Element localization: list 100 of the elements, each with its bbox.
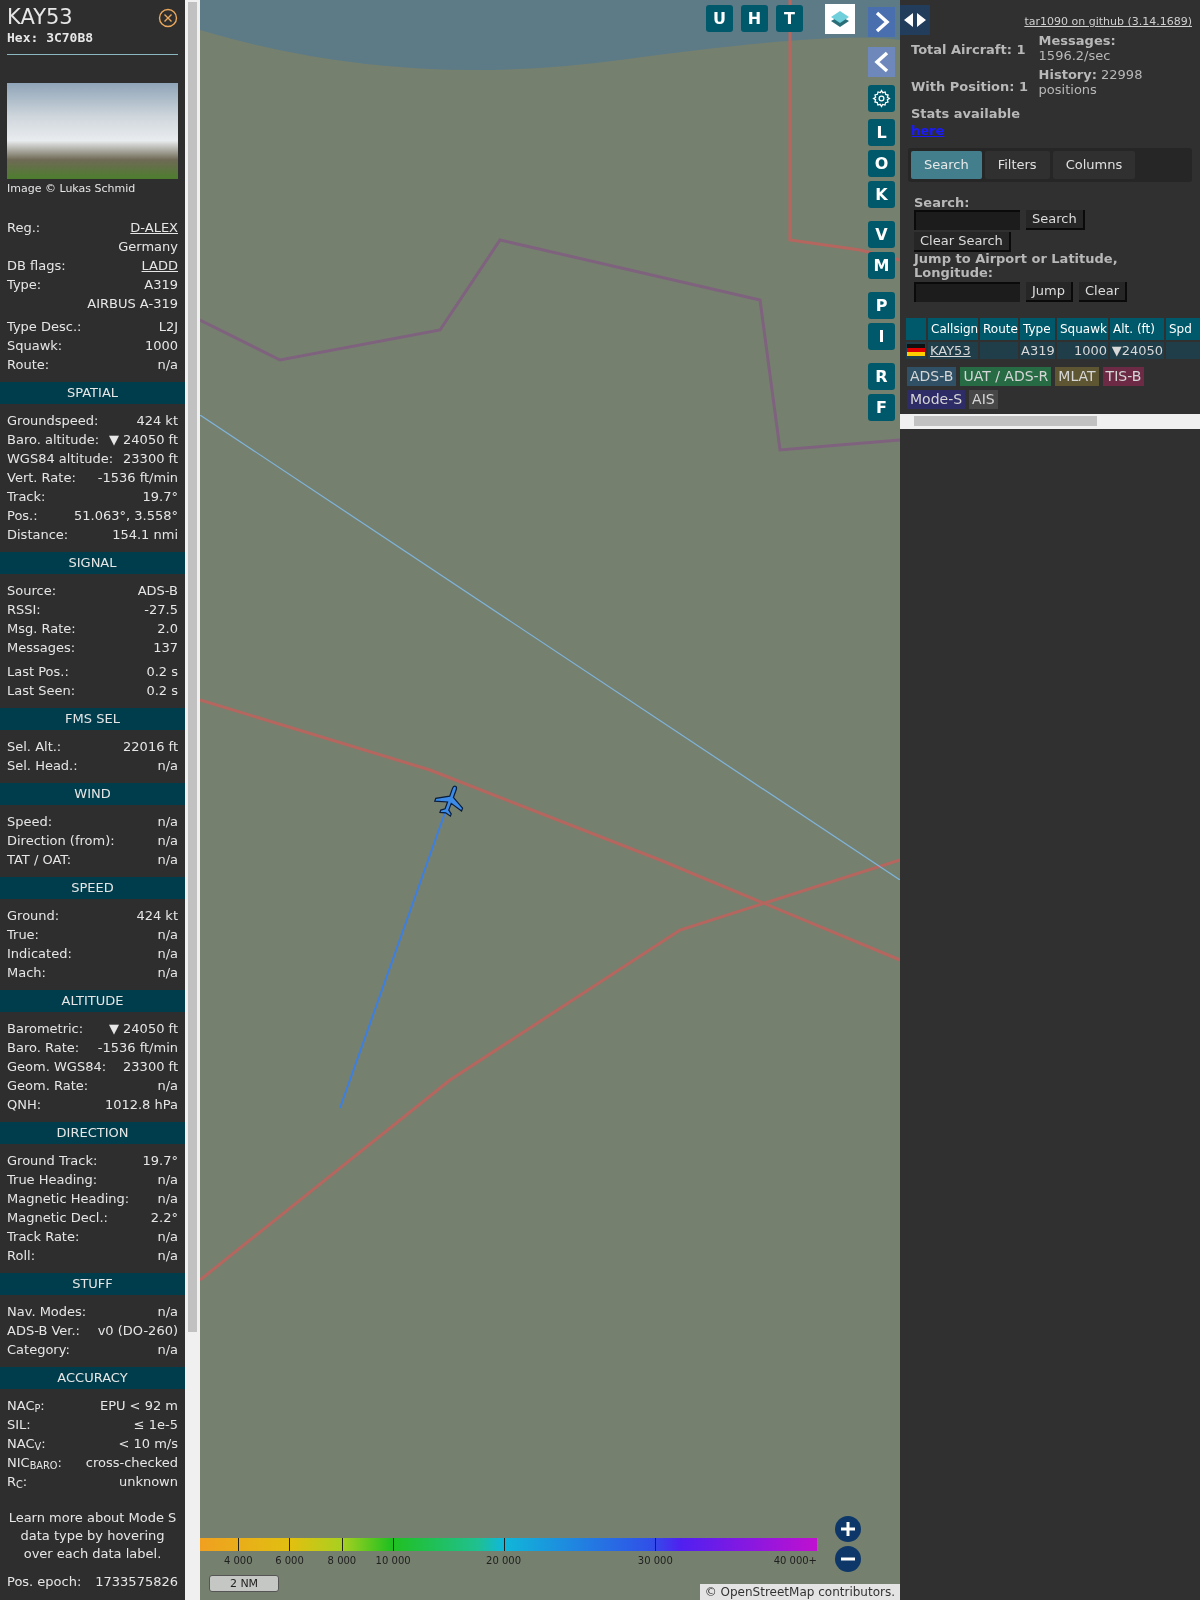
field-value: 424 kt [136, 412, 178, 430]
layers-button[interactable] [825, 4, 855, 34]
altitude-scale-label: 30 000 [637, 1554, 673, 1568]
field-label: Magnetic Heading: [7, 1190, 130, 1208]
section-header: SIGNAL [0, 552, 185, 574]
field-value: Germany [118, 238, 178, 256]
horizontal-scrollbar[interactable] [900, 413, 1200, 429]
field-label: Squawk: [7, 337, 63, 355]
field-label: Barometric: [7, 1020, 84, 1038]
map-layer-button[interactable]: I [868, 323, 895, 350]
column-header[interactable]: Route [980, 317, 1018, 340]
table-cell[interactable]: KAY53 [928, 341, 978, 359]
field-label: Last Seen: [7, 682, 76, 700]
field-value: 22016 ft [123, 738, 178, 756]
field-value: 2.0 [157, 620, 178, 638]
map-layer-button[interactable]: F [868, 394, 895, 421]
field-label: True Heading: [7, 1171, 98, 1189]
table-cell: A319 [1020, 341, 1055, 359]
altitude-scale-label: 40 000+ [773, 1554, 817, 1568]
column-header[interactable]: Squawk [1057, 317, 1108, 340]
settings-button[interactable] [868, 85, 895, 112]
scale-bar: 2 NM [209, 1575, 279, 1592]
field-value: 2.2° [150, 1209, 178, 1227]
map-layer-button[interactable]: M [868, 252, 895, 279]
field-value: n/a [157, 1247, 178, 1265]
table-cell: ▼24050 [1110, 341, 1164, 359]
map-layer-button[interactable]: O [868, 150, 895, 177]
field-label: Type: [7, 276, 42, 294]
close-button[interactable] [158, 8, 178, 28]
field-label: Nav. Modes: [7, 1303, 87, 1321]
field-value: n/a [157, 964, 178, 982]
map-layer-button[interactable]: V [868, 221, 895, 248]
source-badge: AIS [969, 389, 998, 409]
panel-toggle-button[interactable] [900, 5, 930, 35]
field-value: cross-checked [85, 1454, 178, 1472]
column-header[interactable]: Callsign [928, 317, 978, 340]
jump-input[interactable] [914, 281, 1020, 302]
next-button[interactable] [868, 7, 895, 37]
column-header[interactable]: Alt. (ft) [1110, 317, 1164, 340]
source-badge: UAT / ADS-R [960, 366, 1052, 386]
chevron-left-icon [873, 50, 890, 74]
field-label: Track: [7, 488, 46, 506]
field-value[interactable]: LADD [141, 256, 178, 275]
clear-search-button[interactable]: Clear Search [914, 231, 1011, 252]
field-label: Msg. Rate: [7, 620, 76, 638]
field-value: 1012.8 hPa [104, 1096, 178, 1114]
map-toggle-button[interactable]: T [776, 5, 803, 32]
field-label: QNH: [7, 1096, 42, 1114]
header-cell [906, 317, 926, 340]
map-layer-button[interactable]: K [868, 181, 895, 208]
field-value: ADS-B [137, 582, 178, 600]
map-toggle-button[interactable]: H [741, 5, 768, 32]
map-layer-button[interactable]: L [868, 119, 895, 146]
altitude-scale-label: 6 000 [275, 1554, 304, 1568]
field-value: < 10 m/s [118, 1435, 178, 1453]
field-label: Ground: [7, 907, 60, 925]
field-label: NAC$_{V}$: [7, 1435, 46, 1453]
altitude-scale-label: 4 000 [223, 1554, 253, 1568]
map-toggle-button[interactable]: U [706, 5, 733, 32]
field-value: n/a [157, 945, 178, 963]
field-label: NAC$_{P}$: [7, 1397, 45, 1415]
previous-button[interactable] [868, 47, 895, 77]
search-button[interactable]: Search [1026, 209, 1085, 230]
field-value: n/a [157, 1341, 178, 1359]
close-icon [158, 8, 178, 28]
stats-text: Total Aircraft: 1 [911, 41, 1026, 59]
chevron-right-icon [873, 10, 890, 34]
field-value: n/a [157, 757, 178, 775]
settings-icon [872, 89, 891, 108]
field-label: Last Pos.: [7, 663, 69, 681]
vertical-scrollbar[interactable] [185, 0, 200, 1600]
table-cell [980, 341, 1018, 359]
field-value: 1000 [144, 337, 178, 355]
field-value: n/a [157, 1171, 178, 1189]
field-value: AIRBUS A-319 [87, 295, 178, 313]
section-header: DIRECTION [0, 1122, 185, 1144]
github-link[interactable]: tar1090 on github (3.14.1689) [1024, 14, 1192, 31]
tab[interactable]: Filters [984, 150, 1050, 179]
search-input[interactable] [914, 209, 1020, 230]
column-header[interactable]: Type [1020, 317, 1055, 340]
jump-button[interactable]: Jump [1026, 281, 1073, 302]
column-header[interactable]: Spd [1166, 317, 1200, 340]
tab[interactable]: Columns [1052, 150, 1136, 179]
field-value: n/a [157, 926, 178, 944]
jump-label: Jump to Airport or Latitude, Longitude: [914, 251, 1119, 280]
map-layer-button[interactable]: P [868, 292, 895, 319]
field-value: n/a [157, 1303, 178, 1321]
tab[interactable]: Search [911, 150, 982, 179]
clear-button[interactable]: Clear [1079, 281, 1127, 302]
field-label: Category: [7, 1341, 70, 1359]
field-value: 23300 ft [123, 1058, 178, 1076]
map-layer-button[interactable]: R [868, 363, 895, 390]
field-value[interactable]: D-ALEX [130, 218, 178, 237]
field-value: -1536 ft/min [97, 469, 178, 487]
field-label: TAT / OAT: [7, 851, 72, 869]
field-label: Pos. epoch: [7, 1573, 82, 1591]
map-attribution: © OpenStreetMap contributors. [699, 1584, 900, 1600]
field-value: -1536 ft/min [97, 1039, 178, 1057]
field-label: Roll: [7, 1247, 35, 1265]
field-value: 19.7° [142, 488, 178, 506]
